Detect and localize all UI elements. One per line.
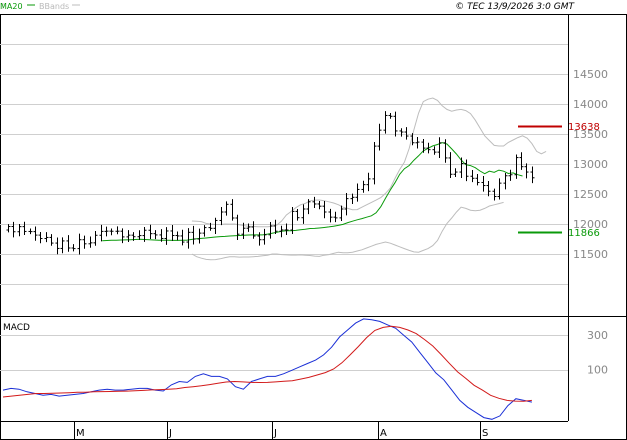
price-tick-label: 12000 xyxy=(573,218,608,231)
x-tick-label: A xyxy=(380,428,387,439)
legend: MA20 BBands xyxy=(0,2,80,11)
macd-title: MACD xyxy=(3,323,30,333)
macd-tick-label: 300 xyxy=(587,329,608,342)
x-tick-label: M xyxy=(76,428,85,439)
x-tick-label: S xyxy=(482,428,488,439)
x-tick-label: J xyxy=(168,428,172,439)
price-tick-label: 14000 xyxy=(573,98,608,111)
price-tick-label: 12500 xyxy=(573,188,608,201)
macd-tick-label: 100 xyxy=(587,364,608,377)
legend-ma20-label: MA20 xyxy=(0,2,23,11)
chart-root: 1363811866 11500120001250013000135001400… xyxy=(0,2,627,440)
price-tick-label: 13000 xyxy=(573,158,608,171)
legend-bbands-label: BBands xyxy=(39,2,69,11)
price-tick-label: 13500 xyxy=(573,128,608,141)
copyright-text: © TEC 13/9/2026 3:0 GMT xyxy=(455,2,575,12)
price-tick-label: 14500 xyxy=(573,68,608,81)
price-tick-label: 11500 xyxy=(573,248,608,261)
x-tick-label: J xyxy=(273,428,277,439)
